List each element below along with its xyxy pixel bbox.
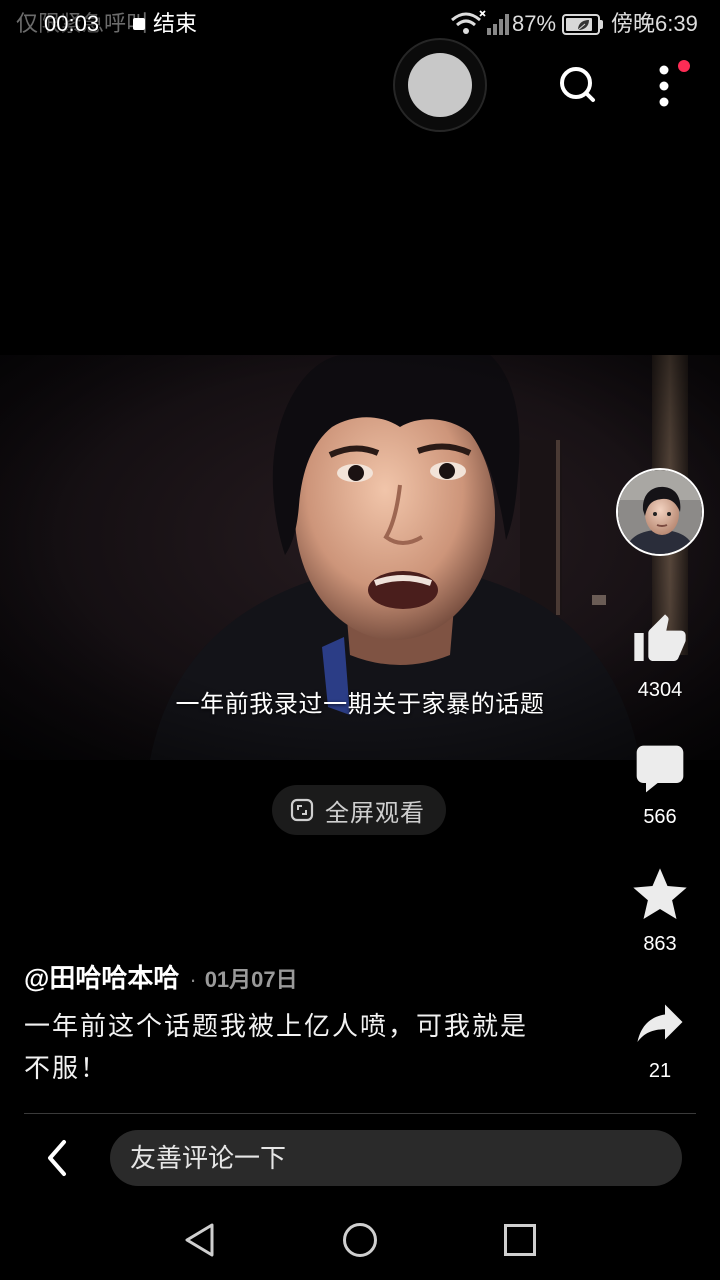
- post-date: 01月07日: [204, 967, 298, 992]
- home-circle-icon[interactable]: [342, 1222, 378, 1258]
- status-bar: 仅限紧急呼叫 00:03 结束 87% 傍晚6:39: [0, 0, 720, 48]
- floating-button-inner: [408, 53, 472, 117]
- chevron-left-icon[interactable]: [38, 1138, 78, 1178]
- battery-tip: [600, 20, 603, 29]
- fullscreen-label: 全屏观看: [325, 799, 425, 827]
- search-icon[interactable]: [555, 62, 599, 106]
- post-description: 一年前这个话题我被上亿人喷，可我就是不服！: [24, 1011, 529, 1083]
- video-subtitle: 一年前我录过一期关于家暴的话题: [175, 691, 545, 718]
- more-vertical-icon[interactable]: [650, 58, 678, 114]
- share-count: 21: [648, 1060, 672, 1082]
- signal-icon: [487, 14, 509, 35]
- fullscreen-icon: [290, 798, 314, 822]
- notification-dot: [678, 60, 690, 72]
- recents-square-icon[interactable]: [502, 1222, 538, 1258]
- clock: 傍晚6:39: [611, 11, 698, 36]
- date-separator: ·: [189, 967, 197, 992]
- wifi-icon: [451, 10, 486, 34]
- end-recording-button[interactable]: 结束: [153, 10, 197, 38]
- favorite-count: 863: [643, 933, 677, 955]
- floating-record-button[interactable]: [393, 38, 487, 132]
- battery-icon: [562, 14, 600, 35]
- recording-timer: 00:03: [44, 11, 100, 36]
- comment-input-container[interactable]: [110, 1130, 682, 1186]
- stop-recording-icon[interactable]: [133, 18, 145, 30]
- share-arrow-icon[interactable]: [630, 992, 690, 1052]
- thumb-up-icon[interactable]: [632, 612, 688, 668]
- divider: [24, 1113, 696, 1114]
- back-triangle-icon[interactable]: [182, 1222, 218, 1258]
- author-name[interactable]: @田哈哈本哈: [24, 958, 179, 995]
- star-icon[interactable]: [628, 863, 692, 927]
- system-nav-bar: [0, 1195, 720, 1280]
- post-meta: @田哈哈本哈 · 01月07日: [24, 958, 298, 995]
- battery-percent: 87%: [512, 11, 557, 36]
- comment-bubble-icon[interactable]: [632, 741, 688, 797]
- fullscreen-button[interactable]: 全屏观看: [272, 785, 446, 835]
- comment-count: 566: [643, 806, 677, 828]
- like-count: 4304: [637, 679, 683, 701]
- comment-input[interactable]: [110, 1130, 682, 1186]
- author-avatar[interactable]: [616, 468, 704, 556]
